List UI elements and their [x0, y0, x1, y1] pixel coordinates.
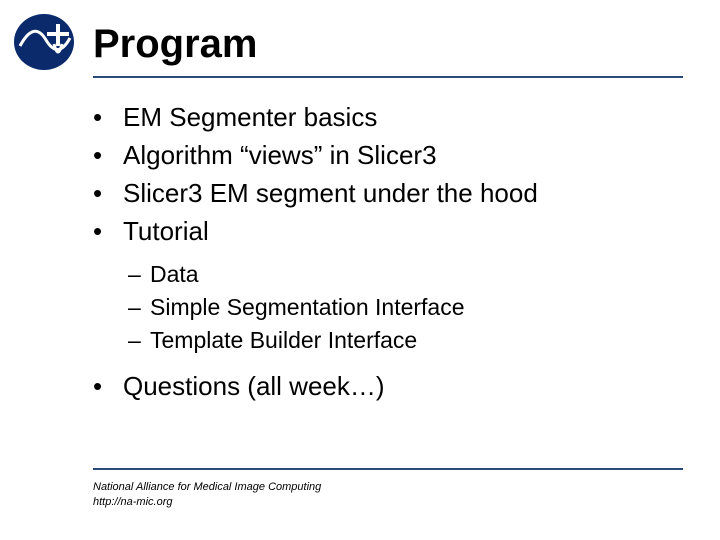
footer-line: National Alliance for Medical Image Comp…	[93, 480, 321, 495]
sub-bullet-list: Data Simple Segmentation Interface Templ…	[93, 259, 680, 356]
namic-logo-icon	[12, 10, 76, 74]
footer-line: http://na-mic.org	[93, 495, 321, 510]
list-item: Simple Segmentation Interface	[128, 292, 680, 323]
bullet-text: Slicer3 EM segment under the hood	[123, 178, 538, 208]
slide: Program EM Segmenter basics Algorithm “v…	[0, 0, 720, 540]
bullet-list: Questions (all week…)	[93, 369, 680, 404]
footer: National Alliance for Medical Image Comp…	[93, 480, 321, 510]
sub-bullet-text: Template Builder Interface	[150, 327, 417, 353]
list-item: Questions (all week…)	[93, 369, 680, 404]
bullet-text: Algorithm “views” in Slicer3	[123, 140, 437, 170]
footer-rule	[93, 468, 683, 470]
list-item: Tutorial	[93, 214, 680, 249]
bullet-text: EM Segmenter basics	[123, 102, 377, 132]
sub-bullet-text: Data	[150, 261, 199, 287]
list-item: Template Builder Interface	[128, 325, 680, 356]
title-underline	[93, 76, 683, 78]
sub-bullet-text: Simple Segmentation Interface	[150, 294, 465, 320]
list-item: Slicer3 EM segment under the hood	[93, 176, 680, 211]
list-item: Algorithm “views” in Slicer3	[93, 138, 680, 173]
list-item: EM Segmenter basics	[93, 100, 680, 135]
slide-title: Program	[93, 22, 258, 67]
slide-content: EM Segmenter basics Algorithm “views” in…	[93, 100, 680, 407]
bullet-text: Questions (all week…)	[123, 371, 385, 401]
bullet-text: Tutorial	[123, 216, 209, 246]
bullet-list: EM Segmenter basics Algorithm “views” in…	[93, 100, 680, 249]
list-item: Data	[128, 259, 680, 290]
